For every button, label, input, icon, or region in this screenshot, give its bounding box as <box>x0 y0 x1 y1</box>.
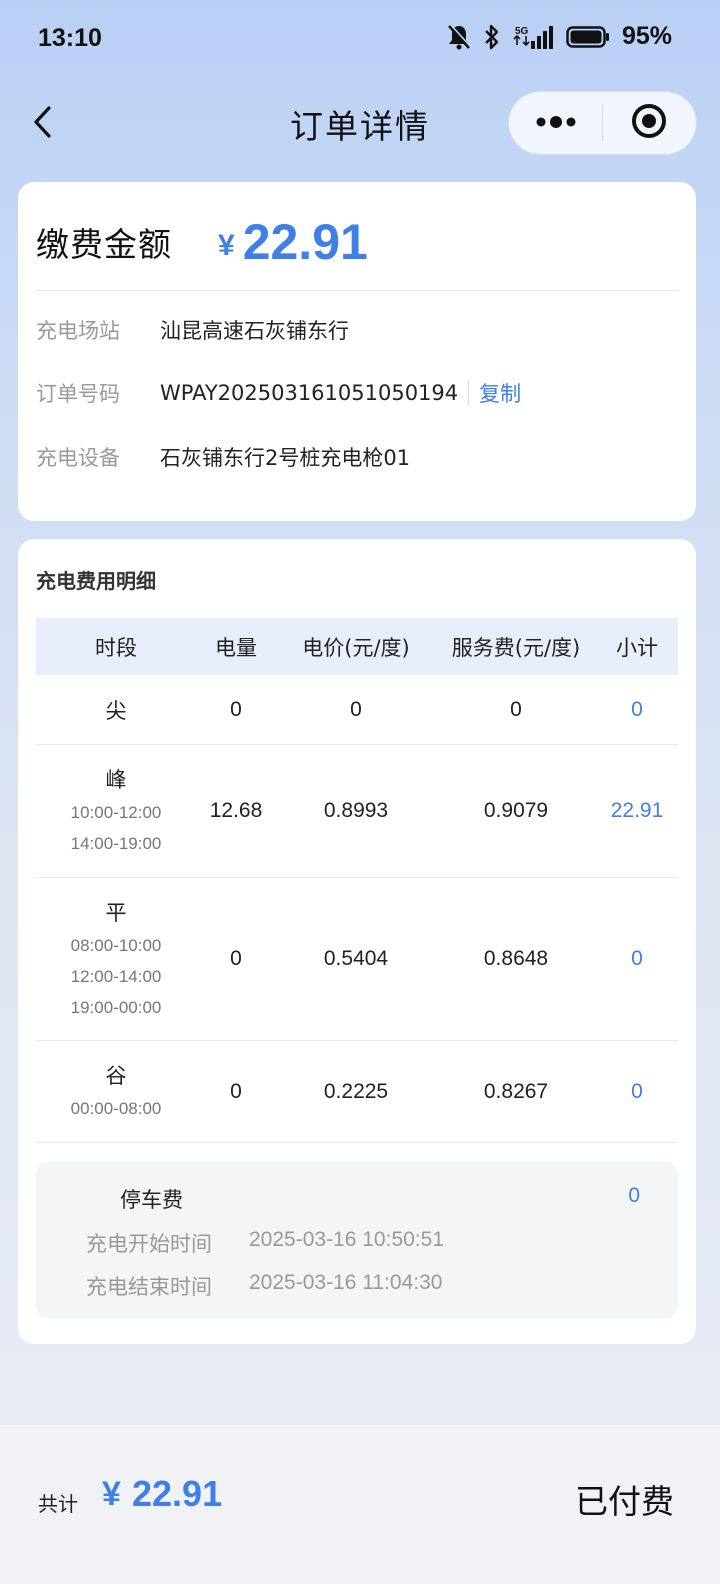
period-cell: 平 08:00-10:00 12:00-14:00 19:00-00:00 <box>36 896 196 1023</box>
table-row: 尖 0 0 0 0 <box>36 675 678 745</box>
parking-box: 停车费 0 充电开始时间 2025-03-16 10:50:51 充电结束时间 … <box>36 1162 678 1318</box>
end-time-value: 2025-03-16 11:04:30 <box>249 1271 443 1294</box>
energy-cell: 0 <box>230 947 242 970</box>
target-close-icon <box>630 102 668 144</box>
energy-cell: 0 <box>230 1079 242 1103</box>
payment-status: 已付费 <box>575 1482 674 1521</box>
station-value: 汕昆高速石灰铺东行 <box>160 319 349 343</box>
total-label: 共计 <box>38 1492 78 1516</box>
price-cell: 0 <box>350 697 362 721</box>
device-value: 石灰铺东行2号桩充电枪01 <box>160 446 411 470</box>
station-row: 充电场站 汕昆高速石灰铺东行 <box>36 310 678 350</box>
divider <box>36 290 678 291</box>
section-title: 充电费用明细 <box>36 569 156 593</box>
signal-5g-icon: 5G <box>512 23 556 51</box>
price-cell: 0.2225 <box>323 1079 389 1103</box>
period-cell: 谷 00:00-08:00 <box>36 1059 196 1124</box>
period-cell: 尖 <box>36 695 196 725</box>
total-currency: ¥ <box>102 1475 121 1513</box>
period-cell: 峰 10:00-12:00 14:00-19:00 <box>36 763 196 859</box>
subtotal-cell: 0 <box>631 947 643 970</box>
status-time: 13:10 <box>38 24 102 52</box>
start-time-row: 充电开始时间 2025-03-16 10:50:51 <box>86 1228 444 1258</box>
header-price: 电价(元/度) <box>302 635 410 660</box>
service-fee-cell: 0.8267 <box>483 1079 549 1103</box>
order-summary-card: 缴费金额 ¥ 22.91 充电场站 汕昆高速石灰铺东行 订单号码 WPAY202… <box>18 182 696 521</box>
service-fee-cell: 0 <box>510 697 522 721</box>
service-fee-cell: 0.8648 <box>483 947 549 970</box>
order-number-label: 订单号码 <box>36 382 120 406</box>
bottom-total-bar: 共计 ¥ 22.91 已付费 <box>0 1425 720 1584</box>
end-time-label: 充电结束时间 <box>86 1275 212 1299</box>
period-time: 08:00-10:00 <box>70 935 162 955</box>
fee-detail-card: 充电费用明细 时段 电量 电价(元/度) 服务费(元/度) 小计 尖 0 0 0… <box>18 539 696 1344</box>
price-cell: 0.8993 <box>323 799 389 822</box>
nav-bar: 订单详情 <box>0 88 720 160</box>
period-time: 10:00-12:00 <box>70 803 162 822</box>
period-name: 谷 <box>105 1064 127 1088</box>
device-label: 充电设备 <box>36 446 120 470</box>
header-energy: 电量 <box>215 635 257 660</box>
subtotal-cell: 0 <box>631 697 643 721</box>
start-time-label: 充电开始时间 <box>86 1232 212 1256</box>
close-button[interactable] <box>603 91 696 155</box>
device-row: 充电设备 石灰铺东行2号桩充电枪01 <box>36 437 678 477</box>
end-time-row: 充电结束时间 2025-03-16 11:04:30 <box>86 1271 442 1301</box>
energy-cell: 12.68 <box>209 799 263 822</box>
period-time: 00:00-08:00 <box>70 1099 162 1118</box>
header-service-fee: 服务费(元/度) <box>451 635 581 660</box>
energy-cell: 0 <box>230 697 242 721</box>
station-label: 充电场站 <box>36 319 120 343</box>
period-time: 19:00-00:00 <box>70 997 162 1017</box>
period-time: 12:00-14:00 <box>70 966 162 986</box>
amount-value: 22.91 <box>242 214 368 270</box>
period-time: 14:00-19:00 <box>70 834 162 853</box>
mute-bell-icon <box>446 23 472 51</box>
table-header: 时段 电量 电价(元/度) 服务费(元/度) 小计 <box>36 618 678 675</box>
more-dots-icon <box>535 114 577 133</box>
back-button[interactable] <box>22 100 62 148</box>
copy-button[interactable]: 复制 <box>479 378 521 408</box>
parking-fee-label: 停车费 <box>120 1188 183 1212</box>
period-name: 峰 <box>105 768 127 792</box>
payment-amount-row: 缴费金额 ¥ 22.91 <box>36 212 368 272</box>
battery-percent: 95% <box>621 22 672 50</box>
amount-label: 缴费金额 <box>36 225 172 264</box>
period-name: 尖 <box>105 698 127 723</box>
bluetooth-icon <box>482 23 502 51</box>
start-time-value: 2025-03-16 10:50:51 <box>249 1228 444 1251</box>
table-row: 平 08:00-10:00 12:00-14:00 19:00-00:00 0 … <box>36 878 678 1041</box>
subtotal-cell: 22.91 <box>610 799 664 822</box>
order-number-value: WPAY202503161051050194 <box>160 381 459 405</box>
header-subtotal: 小计 <box>616 635 658 660</box>
status-icons: 5G 95% <box>446 22 672 51</box>
period-name: 平 <box>105 900 127 925</box>
battery-icon <box>566 24 610 50</box>
amount-currency: ¥ <box>218 229 235 262</box>
parking-fee-value: 0 <box>628 1184 640 1207</box>
mini-program-capsule <box>508 91 697 155</box>
chevron-left-icon <box>31 105 53 143</box>
header-period: 时段 <box>95 635 137 660</box>
service-fee-cell: 0.9079 <box>483 799 549 822</box>
table-row: 谷 00:00-08:00 0 0.2225 0.8267 0 <box>36 1041 678 1143</box>
order-number-row: 订单号码 WPAY202503161051050194 复制 <box>36 373 678 413</box>
copy-divider <box>468 380 470 406</box>
subtotal-cell: 0 <box>631 1079 643 1103</box>
table-row: 峰 10:00-12:00 14:00-19:00 12.68 0.8993 0… <box>36 745 678 878</box>
price-cell: 0.5404 <box>323 947 389 970</box>
status-bar: 13:10 5G 95% <box>0 0 720 80</box>
more-button[interactable] <box>509 91 602 155</box>
fee-table: 时段 电量 电价(元/度) 服务费(元/度) 小计 尖 0 0 0 0 峰 10… <box>36 618 678 1143</box>
total-value: 22.91 <box>132 1473 223 1514</box>
